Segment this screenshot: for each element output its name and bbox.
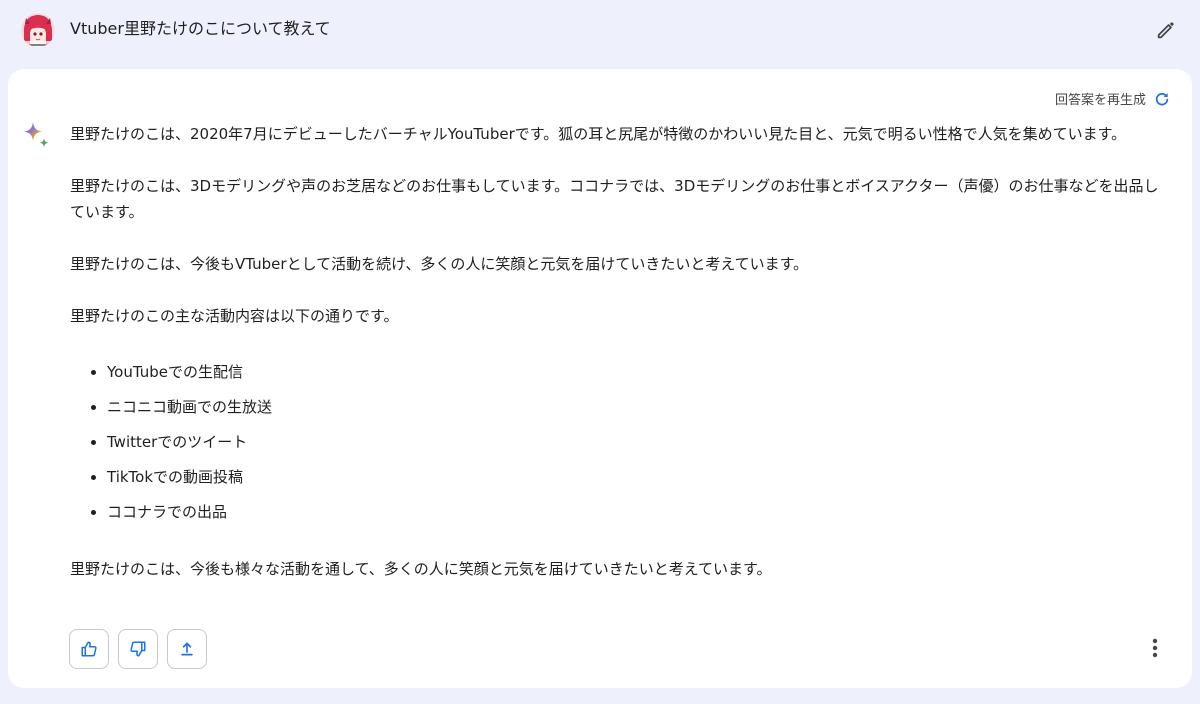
more-options-button[interactable] <box>1140 633 1170 663</box>
more-vertical-icon <box>1152 638 1158 658</box>
thumbs-up-icon <box>81 641 97 657</box>
refresh-icon <box>1155 92 1169 105</box>
response-actions <box>69 629 207 669</box>
user-prompt-row: Vtuber里野たけのこについて教えて <box>0 0 1200 62</box>
assistant-sparkle-icon <box>21 120 53 152</box>
share-button[interactable] <box>167 629 207 669</box>
pencil-icon <box>1157 22 1174 39</box>
regenerate-drafts-button[interactable]: 回答案を再生成 <box>1055 89 1170 108</box>
prompt-text: Vtuber里野たけのこについて教えて <box>70 19 331 38</box>
regenerate-label: 回答案を再生成 <box>1054 93 1146 108</box>
like-button[interactable] <box>69 629 109 669</box>
user-avatar <box>21 13 55 47</box>
list-item: ニコニコ動画での生放送 <box>107 390 1162 425</box>
share-upload-icon <box>181 642 193 656</box>
list-item: ココナラでの出品 <box>107 495 1162 530</box>
chat-page: Vtuber里野たけのこについて教えて 回答案を再生成 里野たけのこは、2020… <box>0 0 1200 704</box>
response-paragraph: 里野たけのこは、3Dモデリングや声のお芝居などのお仕事もしています。ココナラでは… <box>70 177 1159 221</box>
response-paragraph: 里野たけのこは、今後もVTuberとして活動を続け、多くの人に笑顔と元気を届けて… <box>70 255 809 273</box>
avatar-anime-girl-icon <box>21 13 55 47</box>
response-card: 回答案を再生成 里野たけのこは、2020年7月にデビューしたバーチャルYouTu… <box>8 69 1192 688</box>
response-content: 里野たけのこは、2020年7月にデビューしたバーチャルYouTuberです。狐の… <box>70 121 1162 608</box>
list-item: Twitterでのツイート <box>107 425 1162 460</box>
response-paragraph: 里野たけのこは、2020年7月にデビューしたバーチャルYouTuberです。狐の… <box>70 125 1127 143</box>
response-paragraph: 里野たけのこは、今後も様々な活動を通して、多くの人に笑顔と元気を届けていきたいと… <box>70 560 772 578</box>
sparkle-icon <box>24 122 49 148</box>
edit-prompt-button[interactable] <box>1152 16 1180 44</box>
list-item: TikTokでの動画投稿 <box>107 460 1162 495</box>
activity-list: YouTubeでの生配信 ニコニコ動画での生放送 Twitterでのツイート T… <box>70 355 1162 530</box>
list-item: YouTubeでの生配信 <box>107 355 1162 390</box>
response-paragraph: 里野たけのこの主な活動内容は以下の通りです。 <box>70 307 399 325</box>
thumbs-down-icon <box>130 641 146 657</box>
dislike-button[interactable] <box>118 629 158 669</box>
